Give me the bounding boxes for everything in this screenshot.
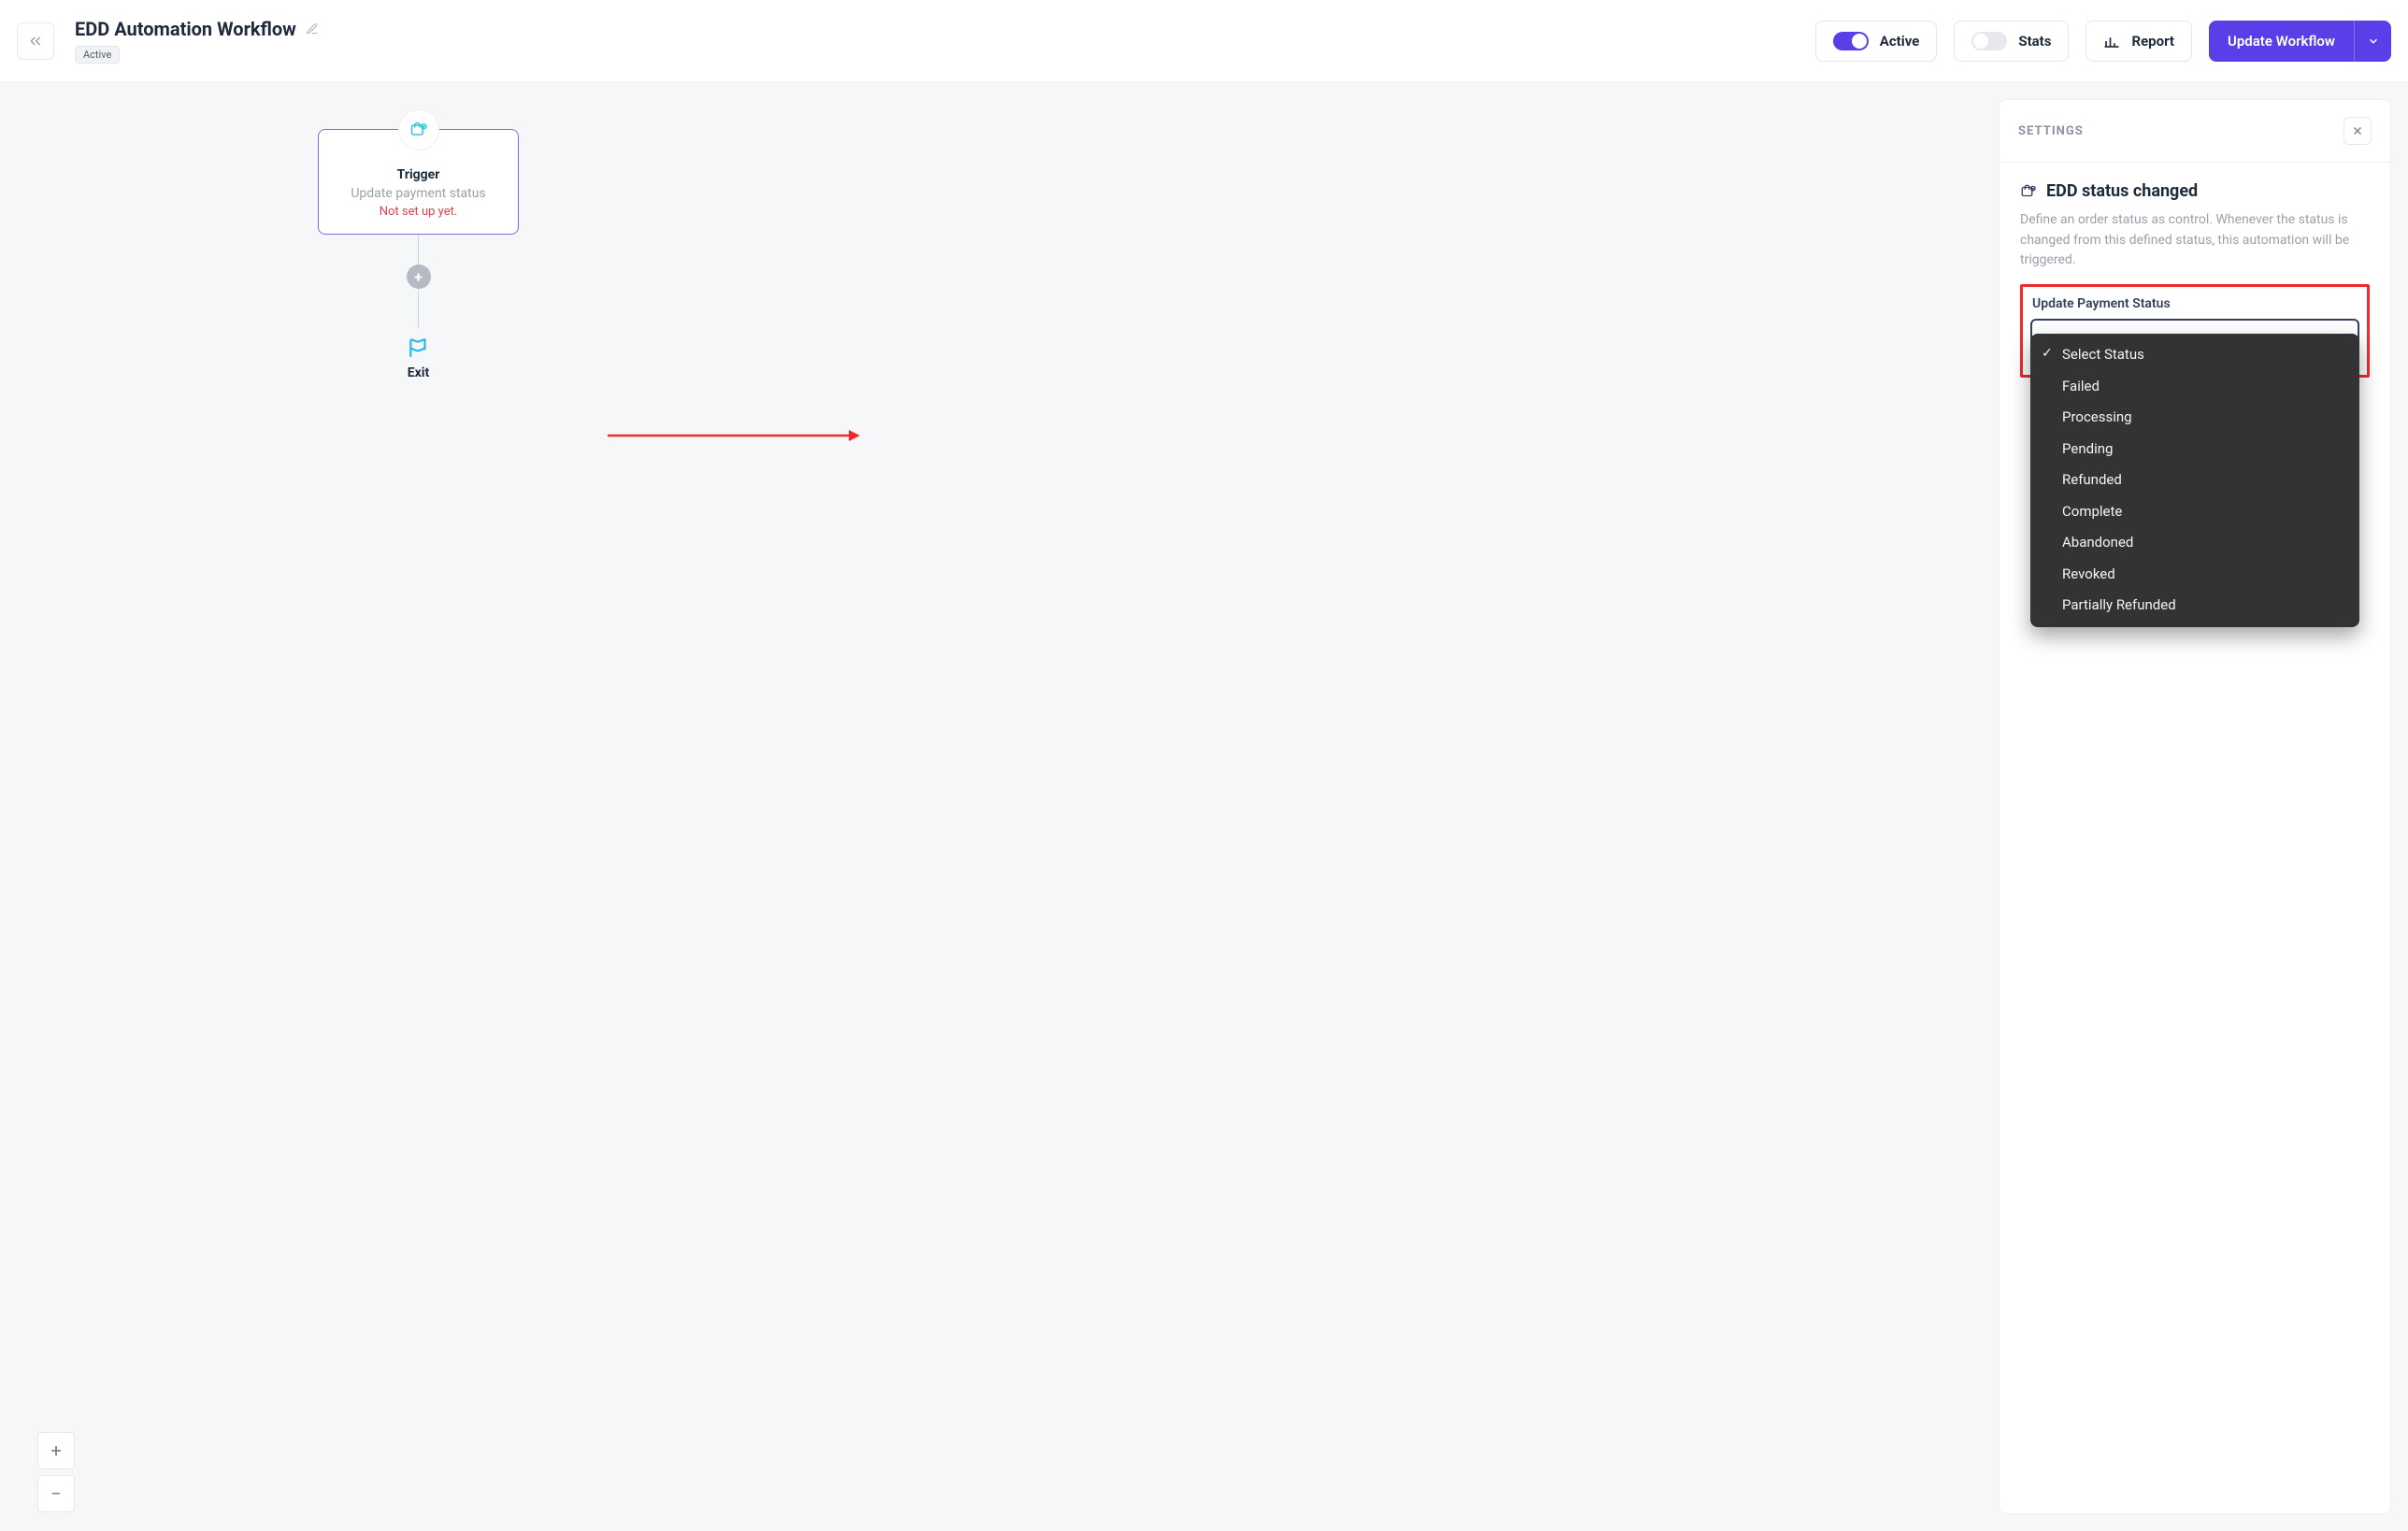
- connector-line: [418, 235, 419, 265]
- title-block: EDD Automation Workflow Active: [75, 18, 319, 64]
- status-option[interactable]: Processing: [2030, 402, 2359, 434]
- shopping-icon: [2020, 183, 2037, 200]
- annotation-arrow: [608, 426, 860, 445]
- exit-flag-icon: [407, 336, 431, 360]
- zoom-controls: + −: [37, 1432, 75, 1512]
- edit-title-button[interactable]: [306, 22, 319, 36]
- shopping-icon: [409, 121, 428, 139]
- header-bar: EDD Automation Workflow Active Active St…: [0, 0, 2408, 82]
- close-icon: [2351, 124, 2364, 137]
- update-workflow-caret[interactable]: [2354, 21, 2391, 62]
- status-field-label: Update Payment Status: [2032, 296, 2359, 311]
- trigger-node-badge: [398, 109, 439, 150]
- panel-close-button[interactable]: [2344, 117, 2372, 145]
- connector-line: [418, 289, 419, 328]
- status-tag: Active: [75, 46, 120, 64]
- panel-body: EDD status changed Define an order statu…: [2000, 163, 2390, 396]
- status-option[interactable]: Complete: [2030, 496, 2359, 528]
- trigger-warning: Not set up yet.: [332, 205, 505, 219]
- update-workflow-button[interactable]: Update Workflow: [2209, 21, 2354, 62]
- panel-header: SETTINGS: [2000, 100, 2390, 163]
- panel-title: EDD status changed: [2046, 181, 2198, 201]
- pencil-icon: [306, 22, 319, 36]
- zoom-in-button[interactable]: +: [37, 1432, 75, 1469]
- status-option[interactable]: Partially Refunded: [2030, 590, 2359, 622]
- workflow-title: EDD Automation Workflow: [75, 18, 296, 40]
- report-label: Report: [2131, 33, 2174, 50]
- status-dropdown: Select StatusFailedProcessingPendingRefu…: [2030, 334, 2359, 627]
- status-option[interactable]: Revoked: [2030, 559, 2359, 591]
- panel-header-title: SETTINGS: [2018, 124, 2084, 138]
- stats-toggle-label: Stats: [2018, 33, 2051, 50]
- status-option[interactable]: Pending: [2030, 434, 2359, 465]
- update-button-group: Update Workflow: [2209, 21, 2391, 62]
- stats-toggle-box[interactable]: Stats: [1954, 21, 2069, 62]
- trigger-subtitle: Update payment status: [332, 186, 505, 201]
- add-node-button[interactable]: +: [407, 265, 431, 289]
- active-toggle-box[interactable]: Active: [1815, 21, 1938, 62]
- active-toggle[interactable]: [1833, 32, 1869, 50]
- status-option[interactable]: Failed: [2030, 371, 2359, 403]
- status-option[interactable]: Abandoned: [2030, 527, 2359, 559]
- exit-label: Exit: [408, 365, 429, 380]
- trigger-node[interactable]: Trigger Update payment status Not set up…: [318, 129, 519, 235]
- stats-toggle[interactable]: [1971, 32, 2007, 50]
- flag-icon: [407, 336, 431, 360]
- panel-description: Define an order status as control. Whene…: [2020, 210, 2370, 271]
- annotation-highlight: Update Payment Status Select StatusFaile…: [2020, 284, 2370, 378]
- report-button[interactable]: Report: [2086, 21, 2192, 62]
- status-option[interactable]: Select Status: [2030, 339, 2359, 371]
- trigger-title: Trigger: [332, 167, 505, 182]
- collapse-sidebar-button[interactable]: [17, 22, 54, 60]
- chevrons-left-icon: [28, 34, 43, 49]
- settings-panel: SETTINGS EDD status changed Define an or…: [1999, 99, 2391, 1514]
- bar-chart-icon: [2103, 33, 2120, 50]
- chevron-down-icon: [2367, 35, 2380, 48]
- active-toggle-label: Active: [1880, 33, 1920, 50]
- zoom-out-button[interactable]: −: [37, 1475, 75, 1512]
- node-stack: Trigger Update payment status Not set up…: [318, 129, 519, 380]
- status-option[interactable]: Refunded: [2030, 465, 2359, 496]
- workflow-canvas[interactable]: Trigger Update payment status Not set up…: [0, 82, 2408, 1531]
